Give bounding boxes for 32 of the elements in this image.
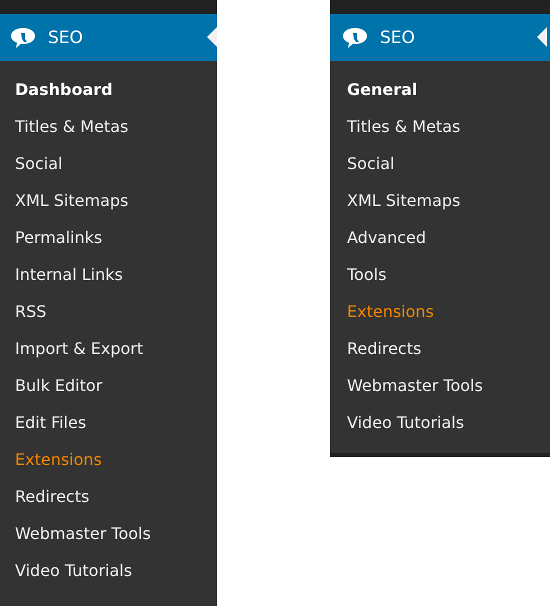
menu-title: SEO xyxy=(380,28,415,48)
menu-item[interactable]: Video Tutorials xyxy=(330,404,550,441)
speech-bubble-icon xyxy=(342,26,368,48)
menu-item[interactable]: Social xyxy=(0,145,217,182)
menu-item[interactable]: Video Tutorials xyxy=(0,552,217,589)
menu-item[interactable]: Webmaster Tools xyxy=(0,515,217,552)
menu-item[interactable]: Advanced xyxy=(330,219,550,256)
speech-bubble-icon xyxy=(10,26,36,48)
menu-title: SEO xyxy=(48,28,83,48)
menu-item[interactable]: Redirects xyxy=(0,478,217,515)
menu-item[interactable]: Permalinks xyxy=(0,219,217,256)
menu-item[interactable]: XML Sitemaps xyxy=(330,182,550,219)
pointer-arrow-icon xyxy=(207,27,217,47)
menu-item[interactable]: RSS xyxy=(0,293,217,330)
menu-item[interactable]: Extensions xyxy=(0,441,217,478)
menu-item[interactable]: Redirects xyxy=(330,330,550,367)
menu-item[interactable]: Import & Export xyxy=(0,330,217,367)
menu-item[interactable]: Titles & Metas xyxy=(0,108,217,145)
menu-item[interactable]: Webmaster Tools xyxy=(330,367,550,404)
menu-item[interactable]: Social xyxy=(330,145,550,182)
pointer-arrow-icon xyxy=(537,27,547,47)
menu-item[interactable]: Extensions xyxy=(330,293,550,330)
menu-item[interactable]: Titles & Metas xyxy=(330,108,550,145)
menu-item[interactable]: Dashboard xyxy=(0,71,217,108)
menu-item[interactable]: XML Sitemaps xyxy=(0,182,217,219)
menu-item[interactable]: Edit Files xyxy=(0,404,217,441)
menu-item[interactable]: General xyxy=(330,71,550,108)
menu-header[interactable]: SEO xyxy=(330,14,550,61)
menu-header[interactable]: SEO xyxy=(0,14,217,61)
menu-item[interactable]: Tools xyxy=(330,256,550,293)
menu-item[interactable]: Internal Links xyxy=(0,256,217,293)
menu-item[interactable]: Bulk Editor xyxy=(0,367,217,404)
